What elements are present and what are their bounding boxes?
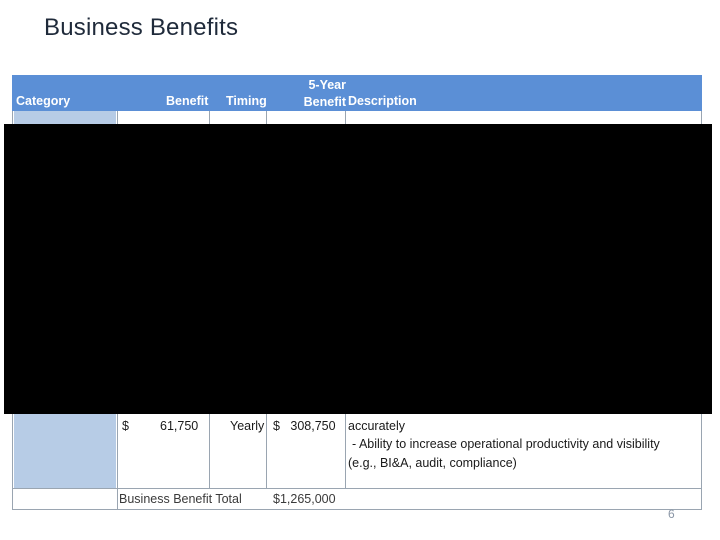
header-description: Description bbox=[348, 94, 417, 108]
table-header: Category Benefit Timing 5-Year Benefit D… bbox=[12, 75, 702, 111]
table-border-bottom bbox=[12, 509, 702, 510]
header-five-year: 5-Year Benefit bbox=[298, 77, 346, 111]
header-five-year-line2: Benefit bbox=[303, 95, 346, 109]
benefit-value: 61,750 bbox=[160, 419, 199, 433]
description-line: - Ability to increase operational produc… bbox=[352, 437, 660, 451]
description-line: accurately bbox=[348, 419, 405, 433]
row-divider-total bbox=[12, 488, 702, 489]
slide-title: Business Benefits bbox=[44, 14, 239, 41]
total-value: $1,265,000 bbox=[273, 492, 336, 506]
redaction-block bbox=[4, 124, 712, 414]
description-line: (e.g., BI&A, audit, compliance) bbox=[348, 456, 517, 470]
timing-value: Yearly bbox=[230, 419, 265, 433]
header-five-year-line1: 5-Year bbox=[308, 78, 346, 92]
benefit-currency: $ bbox=[122, 419, 129, 433]
header-timing: Timing bbox=[226, 94, 267, 108]
five-year-value: $ 308,750 bbox=[273, 419, 336, 433]
header-benefit: Benefit bbox=[166, 94, 209, 108]
header-category: Category bbox=[16, 94, 71, 108]
total-label: Business Benefit Total bbox=[119, 492, 242, 506]
page-number: 6 bbox=[668, 507, 675, 521]
